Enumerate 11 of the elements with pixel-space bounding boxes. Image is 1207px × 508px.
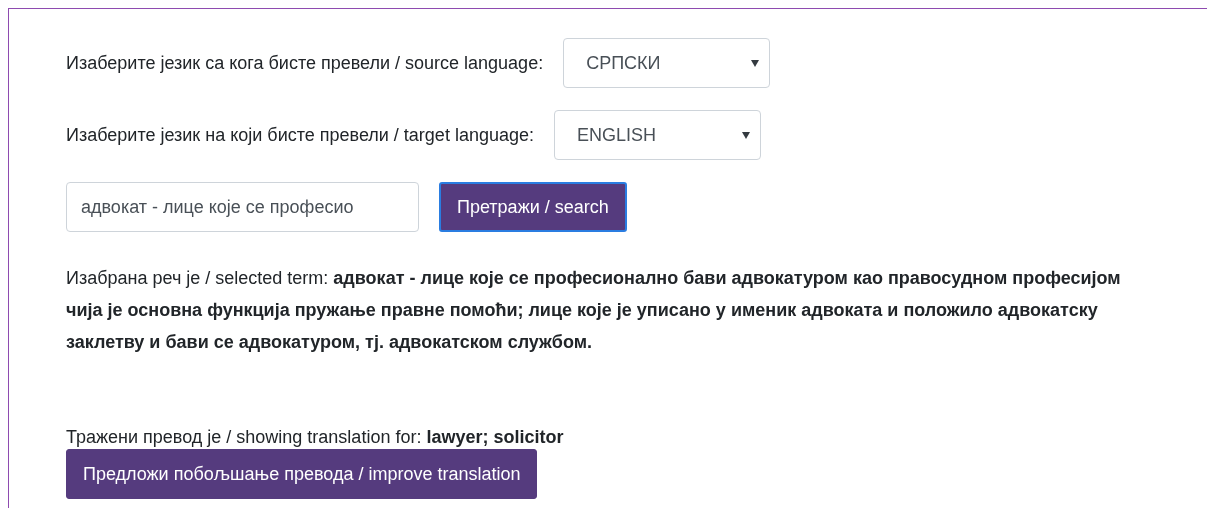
selected-term-text: Изабрана реч је / selected term: адвокат - лице које се професионално бави адвокатуром као правосудном професијом чија је основна функција пружање правне помоћи; лице које је уписано у именик адвоката и положило адвокатску заклетву и бави се адвокатуром, тј. адвокатском службом. bbox=[66, 267, 1122, 354]
improve-translation-button[interactable]: Предложи побољшање превода / improve translation bbox=[66, 449, 538, 499]
translation-text: Тражени превод је / showing translation for: lawyer; solicitor bbox=[66, 426, 565, 449]
search-button[interactable]: Претражи / search bbox=[439, 182, 627, 232]
caret-icon bbox=[751, 59, 760, 67]
language-dropdown[interactable]: СРПСКИ bbox=[563, 38, 771, 88]
search-field[interactable]: адвокат - лице које се професио bbox=[66, 182, 419, 232]
language-dropdown[interactable]: ENGLISH bbox=[553, 110, 761, 160]
language-label: Изаберите језик са кога бисте превели / source language: bbox=[66, 52, 544, 74]
caret-icon bbox=[741, 131, 750, 139]
language-label: Изаберите језик на који бисте превели / target language: bbox=[66, 124, 534, 146]
